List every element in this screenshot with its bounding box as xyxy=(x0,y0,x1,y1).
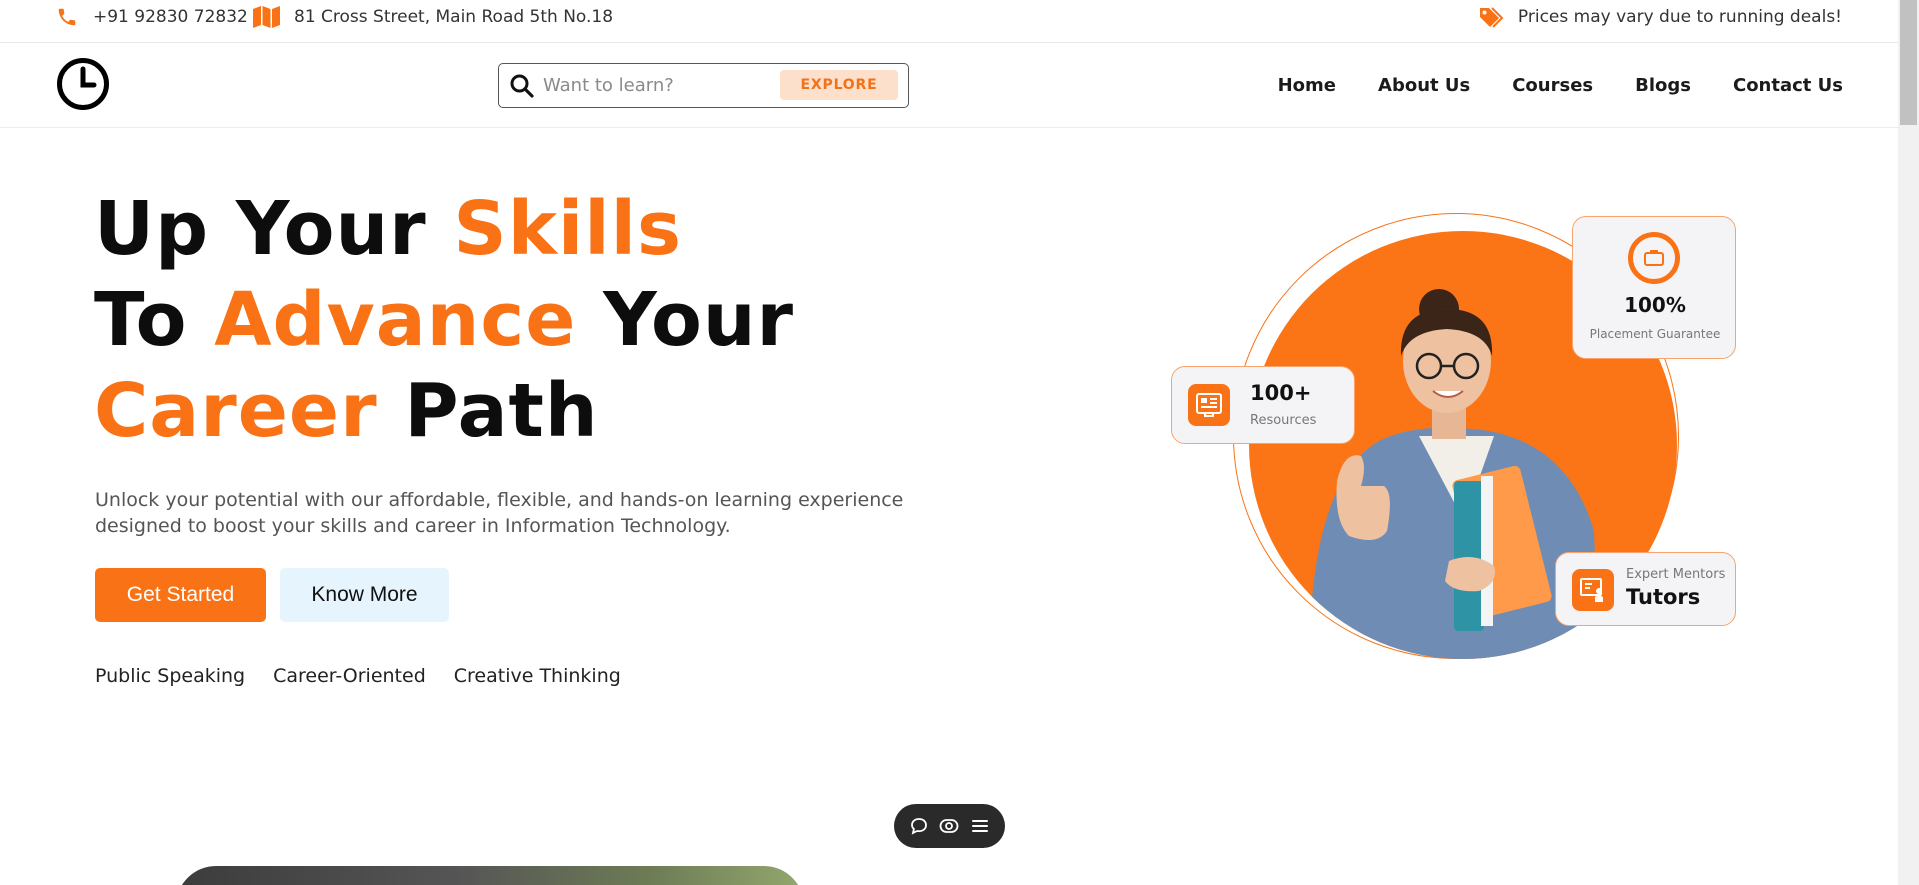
hero-title-highlight: Career xyxy=(94,368,378,454)
phone-icon xyxy=(58,8,76,26)
scrollbar-thumb[interactable] xyxy=(1900,0,1917,125)
main-nav: Home About Us Courses Blogs Contact Us xyxy=(1236,43,1843,128)
top-info-bar: +91 92830 72832 81 Cross Street, Main Ro… xyxy=(0,0,1898,43)
nav-home[interactable]: Home xyxy=(1278,75,1336,96)
address-info: 81 Cross Street, Main Road 5th No.18 xyxy=(253,0,613,34)
nav-contact-us[interactable]: Contact Us xyxy=(1733,75,1843,96)
skill-tag: Public Speaking xyxy=(95,665,246,687)
hero-subtitle: Unlock your potential with our affordabl… xyxy=(95,489,904,537)
deals-notice: Prices may vary due to running deals! xyxy=(1478,0,1842,34)
tutors-label: Expert Mentors xyxy=(1626,567,1726,582)
resources-icon xyxy=(1188,384,1230,426)
placement-value: 100% xyxy=(1624,293,1686,317)
tutors-value: Tutors xyxy=(1626,585,1701,609)
resources-label: Resources xyxy=(1250,413,1317,428)
page-scrollbar[interactable] xyxy=(1898,0,1919,885)
search-icon[interactable] xyxy=(509,73,535,99)
skill-tag: Creative Thinking xyxy=(453,665,621,687)
nav-courses[interactable]: Courses xyxy=(1512,75,1593,96)
phone-contact[interactable]: +91 92830 72832 xyxy=(55,0,248,34)
hero-title-highlight: Skills xyxy=(453,186,683,272)
hero-title-word: Up Your xyxy=(94,186,454,272)
explore-button[interactable]: EXPLORE xyxy=(780,70,898,100)
briefcase-icon xyxy=(1628,232,1680,284)
main-header: EXPLORE Home About Us Courses Blogs Cont… xyxy=(0,43,1898,128)
get-started-button[interactable]: Get Started xyxy=(95,568,266,622)
floating-toolbar xyxy=(894,804,1005,848)
hero-title-word: Path xyxy=(377,368,599,454)
placement-label: Placement Guarantee xyxy=(1589,327,1721,341)
know-more-button[interactable]: Know More xyxy=(280,568,449,622)
hero-title-word: To xyxy=(94,277,215,363)
section-image-preview xyxy=(176,866,804,885)
nav-blogs[interactable]: Blogs xyxy=(1635,75,1691,96)
phone-number: +91 92830 72832 xyxy=(93,7,248,27)
hero-title-word: Your xyxy=(576,277,794,363)
menu-icon[interactable] xyxy=(971,817,989,835)
chat-icon[interactable] xyxy=(910,817,928,835)
skill-tags: Public Speaking Career-Oriented Creative… xyxy=(95,665,621,687)
map-icon xyxy=(253,6,280,28)
resources-card: 100+ Resources xyxy=(1171,366,1355,444)
hero-title-highlight: Advance xyxy=(214,277,577,363)
eye-toggle-icon[interactable] xyxy=(939,817,959,835)
price-tag-icon xyxy=(1479,7,1504,28)
clock-logo-icon[interactable] xyxy=(56,57,110,111)
hero-title: Up Your Skills To Advance Your Career Pa… xyxy=(94,184,794,457)
resources-value: 100+ xyxy=(1250,381,1312,405)
nav-about-us[interactable]: About Us xyxy=(1378,75,1470,96)
mentor-icon xyxy=(1572,569,1614,611)
search-input[interactable] xyxy=(543,70,773,100)
tutors-card: Expert Mentors Tutors xyxy=(1555,552,1736,626)
placement-card: 100% Placement Guarantee xyxy=(1572,216,1736,359)
deals-text: Prices may vary due to running deals! xyxy=(1517,7,1842,27)
skill-tag: Career-Oriented xyxy=(273,665,426,687)
search-bar: EXPLORE xyxy=(498,63,909,108)
address-text: 81 Cross Street, Main Road 5th No.18 xyxy=(294,7,614,27)
